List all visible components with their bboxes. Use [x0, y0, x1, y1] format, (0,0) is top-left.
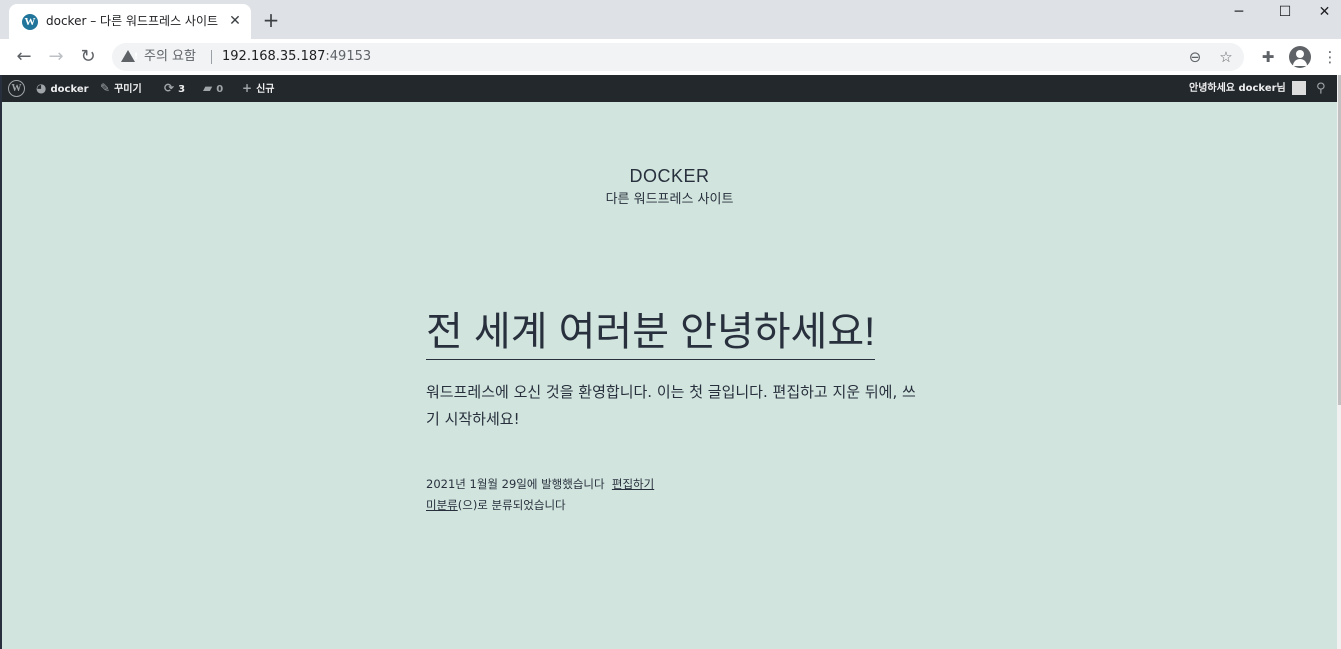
scrollbar[interactable]: [1337, 75, 1341, 649]
menu-kebab-icon[interactable]: ⋮: [1322, 46, 1338, 68]
updates-count: 3: [178, 84, 186, 95]
address-bar[interactable]: ! 주의 요함 192.168.35.187:49153 ⊖ ☆: [112, 43, 1244, 71]
wp-admin-bar: W ◕ docker ✎ 꾸미기 ⟳ 3 ▰ 0 + 신규 안녕하세요 docker님 ⚲: [2, 75, 1339, 102]
url-port: :49153: [325, 49, 372, 64]
post-date-line: 2021년 1월월 29일에 발행했습니다 편집하기: [426, 474, 654, 495]
site-title[interactable]: DOCKER: [2, 165, 1337, 187]
bookmark-star-icon[interactable]: ☆: [1216, 47, 1236, 67]
customize-label: 꾸미기: [114, 84, 142, 95]
close-window-icon[interactable]: ✕: [1308, 0, 1341, 26]
category-link[interactable]: 미분류: [426, 498, 458, 512]
browser-tab[interactable]: W docker – 다른 워드프레스 사이트 ✕: [9, 4, 251, 39]
url-text[interactable]: 192.168.35.187:49153: [222, 48, 371, 66]
search-icon[interactable]: ⚲: [1316, 75, 1326, 102]
security-label[interactable]: 주의 요함: [144, 48, 196, 66]
reload-icon[interactable]: ↻: [76, 45, 100, 69]
tab-strip: W docker – 다른 워드프레스 사이트 ✕ + ─ ☐ ✕: [0, 0, 1341, 39]
new-label: 신규: [256, 84, 275, 95]
brush-icon: ✎: [100, 81, 111, 95]
category-suffix: (으)로 분류되었습니다: [457, 498, 566, 512]
extensions-icon[interactable]: ✚: [1257, 46, 1279, 68]
avatar-body: [1293, 59, 1307, 66]
post-date: 2021년 1월월 29일에 발행했습니다: [426, 477, 605, 491]
wordpress-logo-icon[interactable]: W: [8, 80, 25, 97]
updates-icon: ⟳: [164, 81, 175, 95]
maximize-icon[interactable]: ☐: [1262, 0, 1308, 26]
post-body: 워드프레스에 오신 것을 환영합니다. 이는 첫 글입니다. 편집하고 지운 뒤…: [426, 383, 916, 428]
comments-count: 0: [216, 84, 224, 95]
post-meta: 2021년 1월월 29일에 발행했습니다 편집하기 미분류(으)로 분류되었습…: [426, 474, 654, 516]
admin-bar-customize[interactable]: ✎ 꾸미기: [100, 75, 142, 102]
plus-icon: +: [242, 81, 253, 95]
browser-toolbar: ← → ↻ ! 주의 요함 192.168.35.187:49153 ⊖ ☆ ✚…: [0, 39, 1341, 75]
zoom-icon[interactable]: ⊖: [1185, 47, 1205, 67]
admin-bar-new[interactable]: + 신규: [242, 75, 274, 102]
user-avatar[interactable]: [1292, 81, 1306, 95]
avatar-head: [1296, 50, 1304, 58]
post-title[interactable]: 전 세계 여러분 안녕하세요!: [426, 305, 876, 360]
back-icon[interactable]: ←: [12, 45, 36, 69]
omnibox-separator: [211, 50, 212, 64]
url-host: 192.168.35.187: [222, 49, 326, 64]
greeting-label: 안녕하세요 docker님: [1189, 83, 1286, 94]
minimize-icon[interactable]: ─: [1216, 0, 1262, 26]
site-description: 다른 워드프레스 사이트: [605, 192, 734, 207]
admin-bar-account[interactable]: 안녕하세요 docker님: [1189, 75, 1286, 102]
profile-avatar-icon[interactable]: [1289, 46, 1311, 68]
post-category-line: 미분류(으)로 분류되었습니다: [426, 495, 654, 516]
tab-title: docker – 다른 워드프레스 사이트: [46, 14, 219, 28]
warning-icon: !: [121, 50, 138, 62]
edit-link[interactable]: 편집하기: [612, 477, 654, 491]
tab-close-icon[interactable]: ✕: [227, 12, 243, 30]
wordpress-favicon-icon: W: [22, 14, 38, 30]
page-content: DOCKER 다른 워드프레스 사이트 전 세계 여러분 안녕하세요! 워드프레…: [2, 102, 1337, 649]
dashboard-icon: ◕: [36, 81, 47, 95]
site-name-label: docker: [50, 84, 89, 95]
admin-bar-updates[interactable]: ⟳ 3: [164, 75, 185, 102]
admin-bar-site[interactable]: ◕ docker: [36, 75, 89, 102]
comment-icon: ▰: [203, 81, 213, 95]
forward-icon[interactable]: →: [44, 45, 68, 69]
new-tab-icon[interactable]: +: [261, 9, 281, 31]
admin-bar-comments[interactable]: ▰ 0: [203, 75, 223, 102]
